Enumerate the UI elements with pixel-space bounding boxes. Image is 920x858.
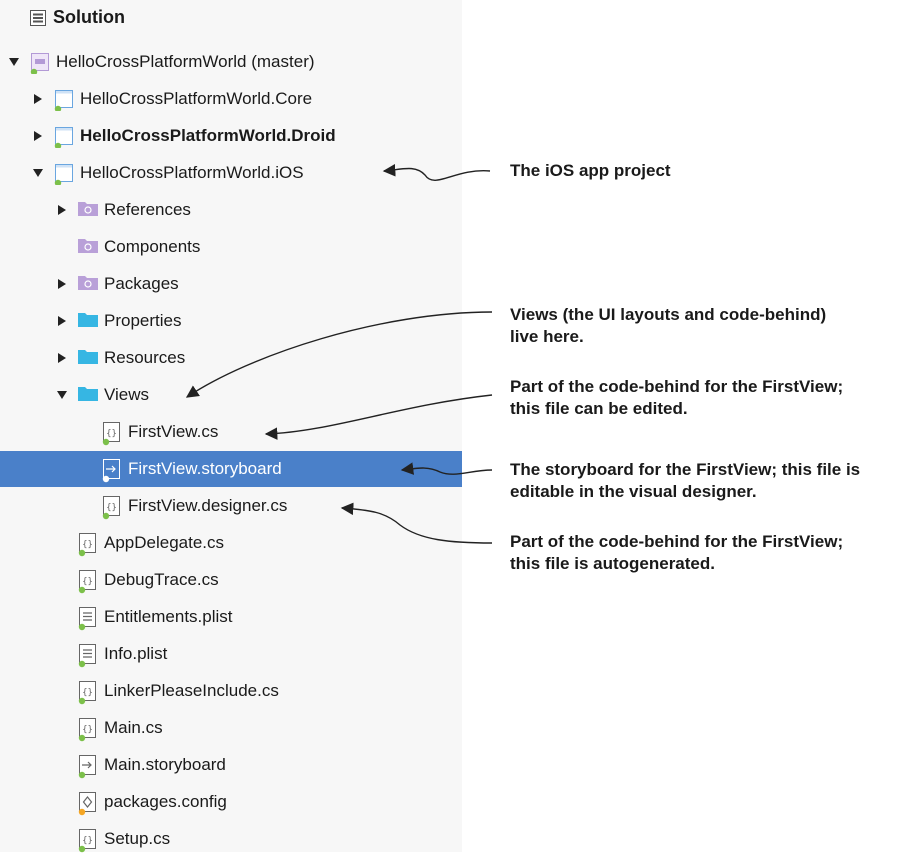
annotation-views: Views (the UI layouts and code-behind) l… — [510, 305, 827, 346]
arrow-storyboard — [400, 462, 493, 475]
callout-arrows — [185, 164, 493, 544]
arrow-firstview-cs — [264, 394, 493, 440]
annotation-storyboard: The storyboard for the FirstView; this f… — [510, 460, 861, 501]
arrow-views — [185, 311, 493, 398]
annotation-designer: Part of the code-behind for the FirstVie… — [510, 532, 844, 573]
annotation-ios-project: The iOS app project — [510, 161, 671, 180]
arrow-ios-project — [382, 164, 491, 181]
annotation-firstview-cs: Part of the code-behind for the FirstVie… — [510, 377, 844, 418]
arrow-designer — [340, 502, 493, 544]
